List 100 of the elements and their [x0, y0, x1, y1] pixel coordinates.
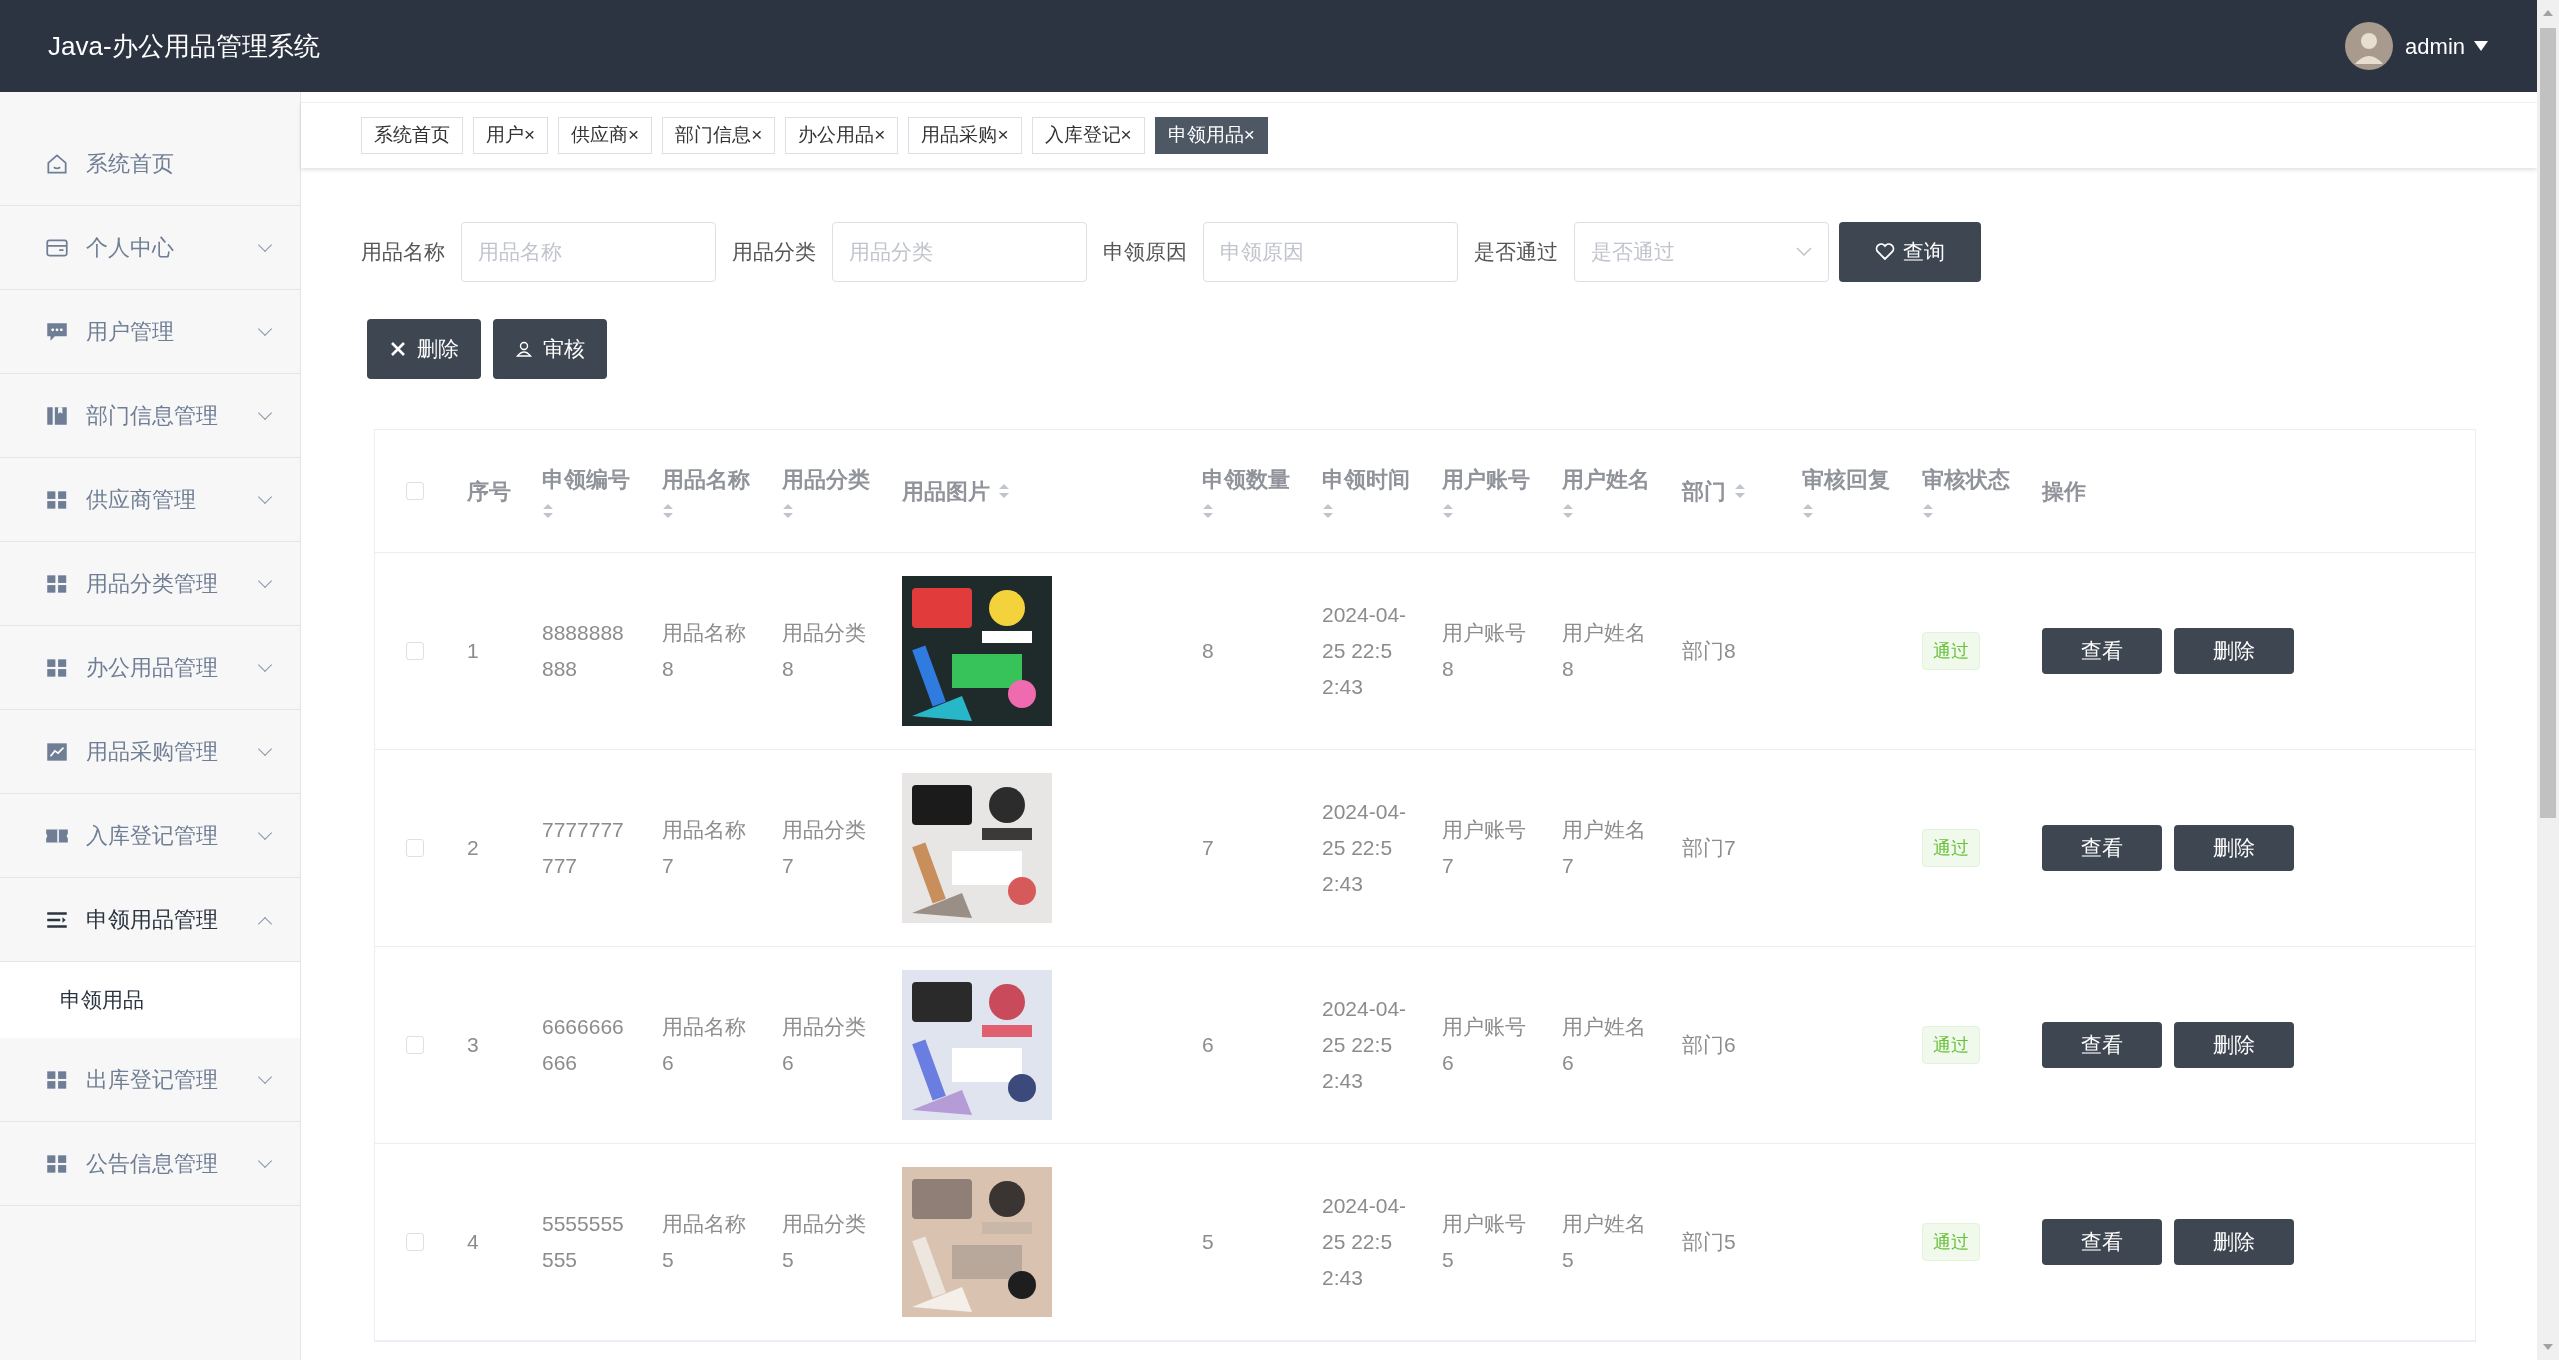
status-badge: 通过: [1922, 632, 1980, 670]
sort-icon[interactable]: [1322, 501, 1334, 520]
table-cell: 用品名称8: [662, 621, 746, 680]
checkbox[interactable]: [406, 839, 424, 857]
status-badge: 通过: [1922, 829, 1980, 867]
column-header: 用户账号: [1442, 465, 1530, 494]
table-cell: 1: [467, 639, 479, 662]
sidebar-item[interactable]: 个人中心: [0, 206, 300, 290]
delete-button[interactable]: 删除: [367, 319, 481, 379]
table-cell: 2: [467, 836, 479, 859]
chevron-down-icon: [1796, 247, 1812, 257]
view-button[interactable]: 查看: [2042, 628, 2162, 674]
checkbox[interactable]: [406, 482, 424, 500]
sidebar-item[interactable]: 用户管理: [0, 290, 300, 374]
sort-icon[interactable]: [1562, 501, 1574, 520]
view-button[interactable]: 查看: [2042, 1219, 2162, 1265]
column-header: 审核状态: [1922, 465, 2010, 494]
scrollbar[interactable]: [2537, 0, 2559, 1360]
table-cell: 部门8: [1682, 639, 1736, 662]
close-icon[interactable]: ×: [628, 121, 640, 150]
table-cell: 7: [1202, 836, 1214, 859]
column-header: 申领时间: [1322, 465, 1410, 494]
delete-button[interactable]: 删除: [2174, 628, 2294, 674]
checkbox[interactable]: [406, 1036, 424, 1054]
view-button[interactable]: 查看: [2042, 1022, 2162, 1068]
sort-icon[interactable]: [1802, 501, 1814, 520]
table-cell: 8: [1202, 639, 1214, 662]
sidebar-item[interactable]: 公告信息管理: [0, 1122, 300, 1206]
tab[interactable]: 供应商×: [558, 117, 653, 154]
column-header: 序号: [467, 477, 511, 506]
table-cell: 用户账号8: [1442, 621, 1526, 680]
table-cell: 用品名称5: [662, 1212, 746, 1271]
table-cell: 6666666666: [542, 1015, 624, 1074]
tab[interactable]: 系统首页: [361, 117, 463, 154]
tab[interactable]: 入库登记×: [1031, 117, 1145, 154]
column-header: 用品图片: [902, 477, 990, 506]
close-icon[interactable]: ×: [997, 121, 1009, 150]
person-icon: [515, 340, 533, 358]
sort-icon[interactable]: [1734, 482, 1746, 500]
sidebar-item[interactable]: 用品采购管理: [0, 710, 300, 794]
field-label: 用品名称: [361, 239, 445, 266]
tab[interactable]: 申领用品×: [1154, 117, 1268, 154]
sidebar-item[interactable]: 办公用品管理: [0, 626, 300, 710]
input-field[interactable]: 用品分类: [832, 222, 1087, 282]
tab[interactable]: 部门信息×: [662, 117, 776, 154]
checkbox[interactable]: [406, 642, 424, 660]
close-icon[interactable]: ×: [874, 121, 886, 150]
table-cell: 用户姓名6: [1562, 1015, 1646, 1074]
close-icon[interactable]: ×: [524, 121, 536, 150]
table-cell: 用品分类8: [782, 621, 866, 680]
tab[interactable]: 办公用品×: [785, 117, 899, 154]
sort-icon[interactable]: [782, 501, 794, 520]
delete-button[interactable]: 删除: [2174, 1219, 2294, 1265]
search-button[interactable]: 查询: [1839, 222, 1981, 282]
column-header: 申领数量: [1202, 465, 1290, 494]
placeholder-text: 是否通过: [1591, 239, 1675, 266]
sort-icon[interactable]: [1202, 501, 1214, 520]
table-cell: 用户账号7: [1442, 818, 1526, 877]
sidebar-item[interactable]: 供应商管理: [0, 458, 300, 542]
sidebar-item[interactable]: 系统首页: [0, 122, 300, 206]
status-badge: 通过: [1922, 1026, 1980, 1064]
table-cell: 用户姓名8: [1562, 621, 1646, 680]
sort-icon[interactable]: [542, 501, 554, 520]
delete-button[interactable]: 删除: [2174, 1022, 2294, 1068]
column-header: 操作: [2042, 477, 2086, 506]
field-label: 申领原因: [1103, 239, 1187, 266]
sidebar-subitem[interactable]: 申领用品: [0, 962, 300, 1038]
review-button[interactable]: 审核: [493, 319, 607, 379]
sort-icon[interactable]: [662, 501, 674, 520]
table-cell: 部门7: [1682, 836, 1736, 859]
table-cell: 6: [1202, 1033, 1214, 1056]
sort-icon[interactable]: [1442, 501, 1454, 520]
column-header: 申领编号: [542, 465, 630, 494]
view-button[interactable]: 查看: [2042, 825, 2162, 871]
table-cell: 用户账号5: [1442, 1212, 1526, 1271]
sidebar-item[interactable]: 用品分类管理: [0, 542, 300, 626]
close-icon[interactable]: ×: [1120, 121, 1132, 150]
column-header: 部门: [1682, 477, 1726, 506]
delete-button[interactable]: 删除: [2174, 825, 2294, 871]
close-icon[interactable]: ×: [751, 121, 763, 150]
column-header: 用品分类: [782, 465, 870, 494]
sidebar-item[interactable]: 出库登记管理: [0, 1038, 300, 1122]
avatar[interactable]: [2345, 22, 2394, 70]
scrollbar-thumb[interactable]: [2540, 28, 2556, 818]
sort-icon[interactable]: [1922, 501, 1934, 520]
table-cell: 部门5: [1682, 1230, 1736, 1253]
input-field[interactable]: 申领原因: [1203, 222, 1458, 282]
input-field[interactable]: 用品名称: [461, 222, 716, 282]
checkbox[interactable]: [406, 1233, 424, 1251]
sort-icon[interactable]: [998, 482, 1010, 500]
tab[interactable]: 用品采购×: [908, 117, 1022, 154]
user-menu[interactable]: admin: [2405, 29, 2489, 63]
table-cell: 2024-04-25 22:52:43: [1322, 800, 1407, 895]
status-badge: 通过: [1922, 1223, 1980, 1261]
tab[interactable]: 用户×: [473, 117, 549, 154]
table-cell: 8888888888: [542, 621, 624, 680]
close-icon[interactable]: ×: [1243, 121, 1255, 150]
column-header: 用户姓名: [1562, 465, 1650, 494]
sidebar-item[interactable]: 部门信息管理: [0, 374, 300, 458]
sidebar-item[interactable]: 入库登记管理: [0, 794, 300, 878]
